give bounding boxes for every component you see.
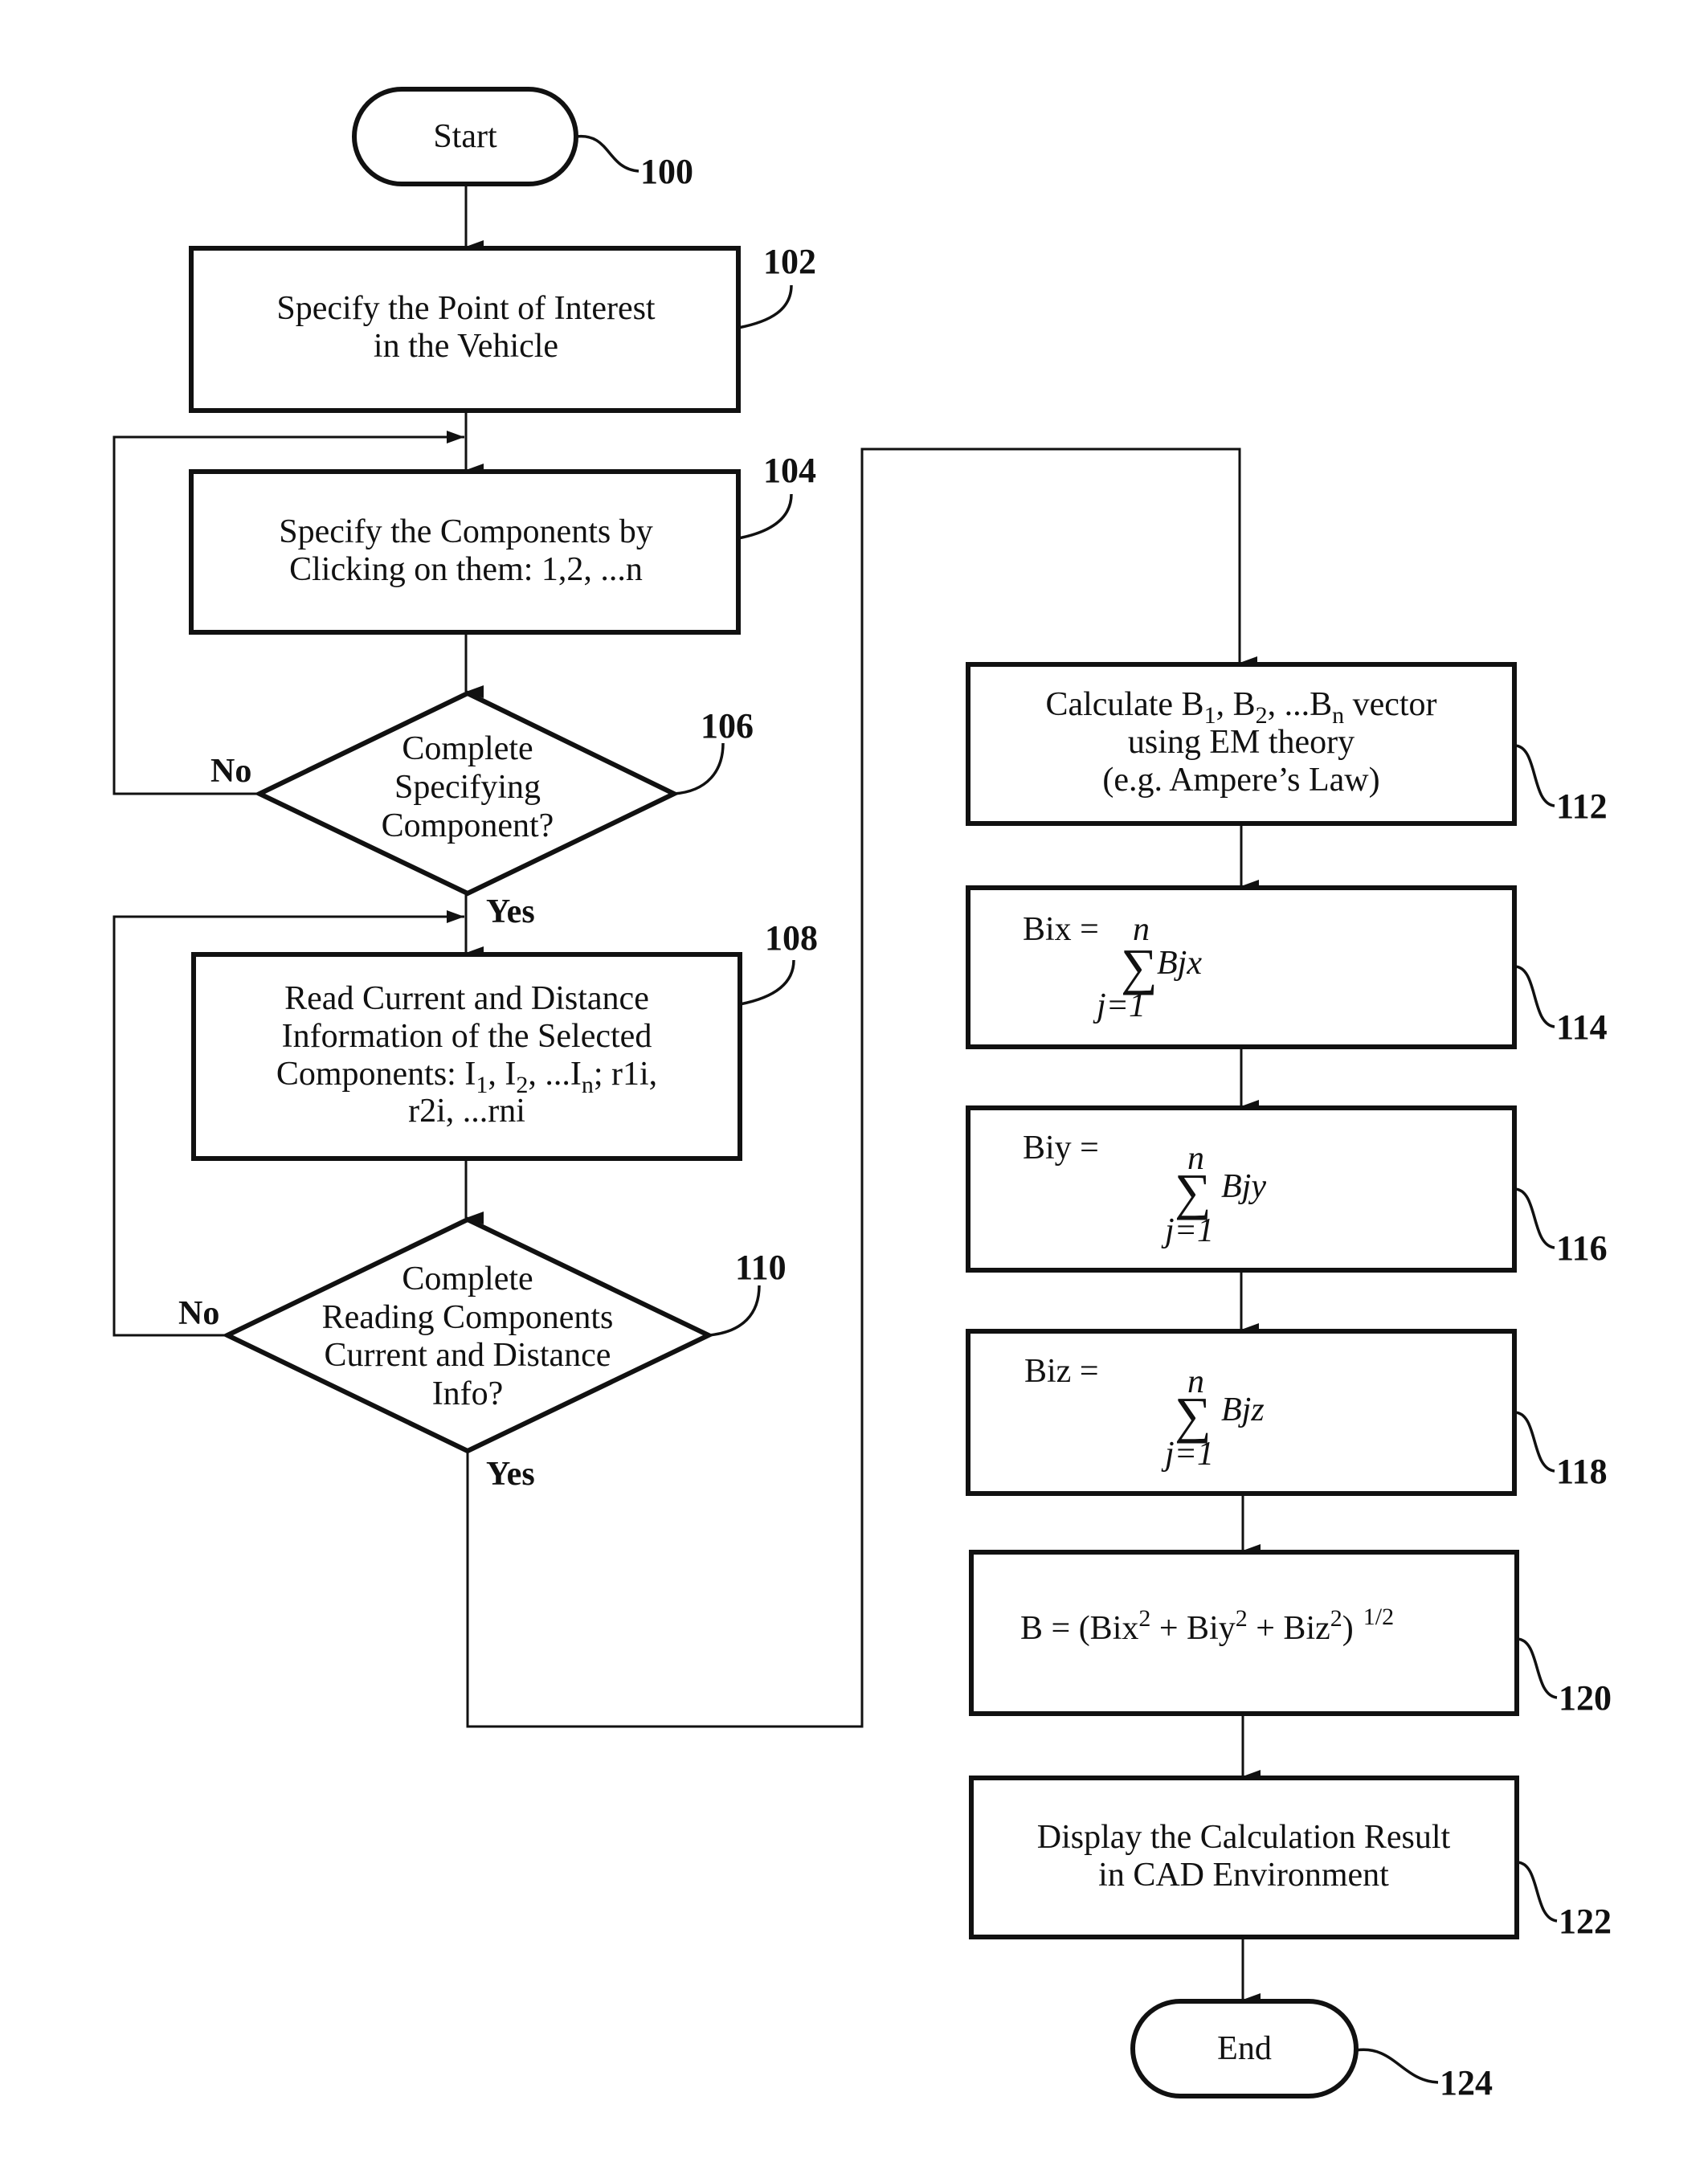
ref-leader-106 [673,742,725,795]
end-label: End [1217,2030,1272,2067]
ref-leader-110 [708,1285,761,1337]
decision-106-yes-label: Yes [486,893,535,930]
step-104-line1: Specify the Components by [279,513,652,550]
ref-leader-114 [1514,965,1555,1028]
step-118-lower: j=1 [1161,1436,1214,1473]
step-116-lower: j=1 [1161,1212,1214,1249]
step-112-line3: (e.g. Ampere’s Law) [1102,762,1379,799]
ref-116: 116 [1556,1228,1608,1268]
ref-118: 118 [1556,1452,1608,1491]
decision-106-no-label: No [210,753,251,790]
step-116-term: Bjy [1221,1168,1266,1205]
ref-leader-102 [738,284,793,329]
step-104: Specify the Components by Clicking on th… [189,451,816,635]
end-terminal: End 124 [1130,1999,1493,2102]
step-102-line2: in the Vehicle [374,328,558,365]
step-118-term: Bjz [1221,1391,1265,1428]
ref-122: 122 [1559,1902,1612,1941]
step-112-line1: Calculate B1, B2, ...Bn vector [1045,686,1436,729]
decision-110-line2: Reading Components [322,1299,614,1336]
decision-110-yes-label: Yes [486,1456,535,1493]
step-118-lhs: Biz = [1024,1353,1099,1390]
step-118: Biz = n ∑ Bjz j=1 118 [966,1329,1608,1496]
step-104-line2: Clicking on them: 1,2, ...n [289,551,643,588]
decision-110-line1: Complete [402,1261,533,1297]
step-122: Display the Calculation Result in CAD En… [969,1776,1612,1941]
step-116: Biy = n ∑ Bjy j=1 116 [966,1105,1608,1273]
ref-leader-124 [1355,2048,1439,2084]
ref-124: 124 [1440,2063,1493,2102]
ref-120: 120 [1559,1678,1612,1718]
step-114-lower: j=1 [1093,987,1146,1024]
step-108-line1: Read Current and Distance [284,980,649,1017]
ref-112: 112 [1556,787,1608,826]
decision-106-line3: Component? [382,807,554,844]
ref-108: 108 [765,918,818,958]
step-102: Specify the Point of Interest in the Veh… [189,242,816,413]
step-122-line1: Display the Calculation Result [1037,1819,1451,1856]
ref-104: 104 [763,451,816,490]
flowchart: Start 100 Specify the Point of Interest … [112,87,1612,2102]
ref-leader-112 [1514,744,1555,807]
decision-106: Complete Specifying Component? No Yes 10… [210,690,754,930]
start-label: Start [433,118,497,155]
ref-leader-122 [1516,1861,1558,1923]
step-122-line2: in CAD Environment [1098,1857,1389,1894]
decision-110-line3: Current and Distance [325,1337,611,1374]
step-112-line2: using EM theory [1128,724,1355,761]
ref-leader-118 [1514,1411,1555,1473]
step-112: Calculate B1, B2, ...Bn vector using EM … [966,662,1608,826]
step-116-lhs: Biy = [1023,1130,1099,1167]
step-120: B = (Bix2 + Biy2 + Biz2) 1/2 120 [969,1550,1612,1718]
decision-110: Complete Reading Components Current and … [178,1216,787,1493]
decision-106-line1: Complete [402,730,533,767]
ref-114: 114 [1556,1007,1608,1047]
ref-110: 110 [735,1248,787,1287]
ref-leader-108 [739,959,795,1006]
step-108-line2: Information of the Selected [282,1018,652,1055]
step-114-lhs: Bix = [1023,911,1099,948]
start-terminal: Start 100 [352,87,693,191]
decision-110-no-label: No [178,1295,219,1332]
ref-100: 100 [640,152,693,191]
step-114-term: Bjx [1157,945,1202,982]
decision-106-line2: Specifying [394,769,541,806]
step-102-line1: Specify the Point of Interest [276,290,656,327]
ref-leader-120 [1516,1637,1558,1699]
ref-102: 102 [763,242,816,281]
step-114: Bix = n ∑ Bjx j=1 114 [966,885,1608,1049]
step-108-line4: r2i, ...rni [408,1093,525,1130]
step-108: Read Current and Distance Information of… [191,918,818,1161]
decision-110-line4: Info? [432,1375,504,1412]
ref-106: 106 [701,706,754,746]
ref-leader-100 [575,134,639,173]
ref-leader-116 [1514,1187,1555,1249]
ref-leader-104 [738,493,793,540]
